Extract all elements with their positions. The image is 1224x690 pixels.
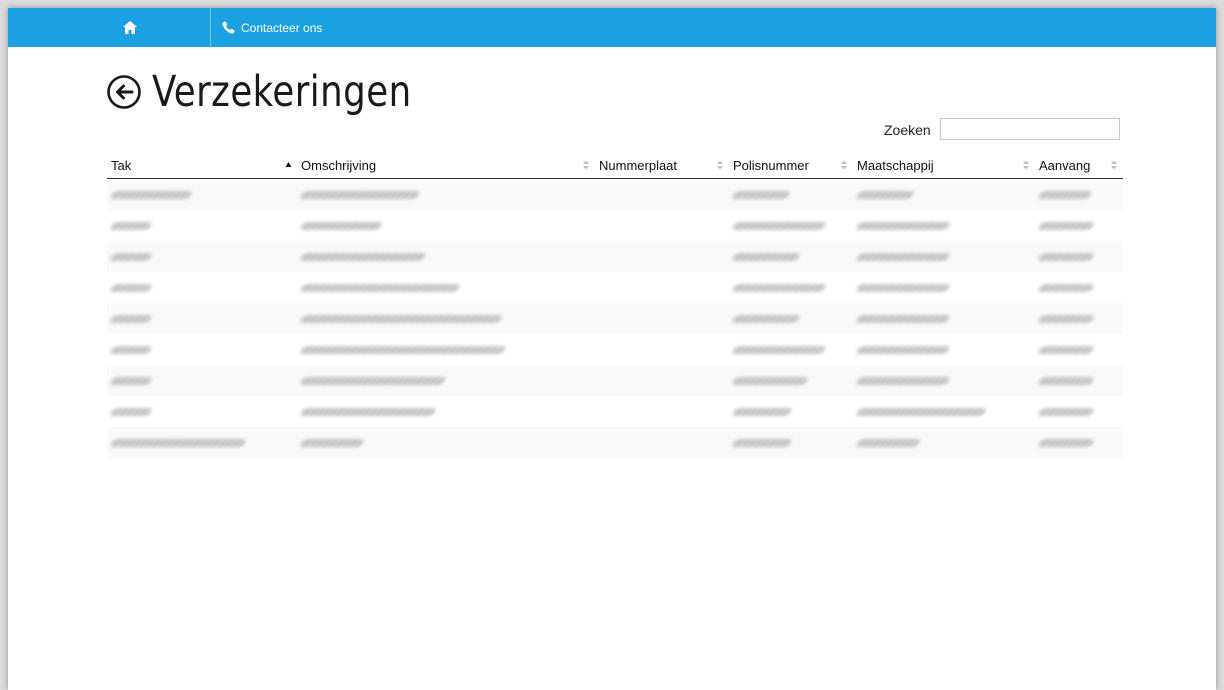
column-header-label: Tak (111, 157, 132, 173)
sort-both-icon (1111, 160, 1117, 170)
phone-icon (222, 21, 235, 34)
table-row[interactable] (107, 178, 1123, 210)
column-header-label: Maatschappij (857, 157, 934, 173)
table-row[interactable] (107, 241, 1123, 272)
column-header-label: Polisnummer (733, 157, 809, 173)
search-input[interactable] (940, 118, 1120, 140)
table-row[interactable] (107, 427, 1123, 458)
column-header-tak[interactable]: Tak (107, 152, 297, 179)
app-frame: Contacteer ons Verzekeringen Zoeken Tak (8, 8, 1216, 690)
top-navbar: Contacteer ons (8, 8, 1216, 47)
sort-both-icon (841, 160, 847, 170)
table-row[interactable] (107, 272, 1123, 303)
table-row[interactable] (107, 210, 1123, 241)
contact-link[interactable]: Contacteer ons (222, 8, 322, 47)
nav-divider (210, 8, 211, 47)
table-row[interactable] (107, 334, 1123, 365)
home-icon (123, 21, 137, 34)
page-title: Verzekeringen (152, 67, 412, 117)
column-header-omschrijving[interactable]: Omschrijving (297, 152, 595, 179)
table-body (107, 178, 1123, 458)
insurance-table: Tak Omschrijving Nummerplaat Polisnummer… (107, 152, 1123, 458)
table-header-row: Tak Omschrijving Nummerplaat Polisnummer… (107, 152, 1123, 179)
search-label: Zoeken (884, 122, 931, 138)
column-header-aanvang[interactable]: Aanvang (1035, 152, 1123, 179)
table-row[interactable] (107, 303, 1123, 334)
sort-ascending-icon (285, 162, 292, 167)
contact-label: Contacteer ons (241, 20, 323, 35)
sort-both-icon (717, 160, 723, 170)
column-header-maatschappij[interactable]: Maatschappij (853, 152, 1035, 179)
column-header-nummerplaat[interactable]: Nummerplaat (595, 152, 729, 179)
column-header-polisnummer[interactable]: Polisnummer (729, 152, 853, 179)
column-header-label: Nummerplaat (599, 157, 678, 173)
column-header-label: Omschrijving (301, 157, 377, 173)
home-button[interactable] (118, 8, 142, 47)
sort-both-icon (1023, 160, 1029, 170)
column-header-label: Aanvang (1039, 157, 1091, 173)
sort-both-icon (583, 160, 589, 170)
table-row[interactable] (107, 365, 1123, 396)
page-header: Verzekeringen (106, 66, 434, 118)
table-row[interactable] (107, 396, 1123, 427)
circle-arrow-left-icon[interactable] (106, 74, 142, 110)
